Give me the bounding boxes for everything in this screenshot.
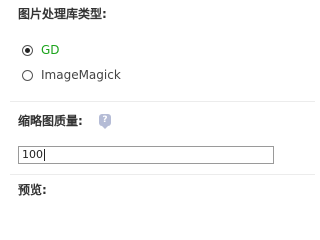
radio-button-imagemagick[interactable]: [22, 69, 33, 81]
radio-option-gd[interactable]: GD: [22, 42, 60, 58]
text-caret: [44, 149, 45, 161]
image-library-title: 图片处理库类型:: [18, 7, 107, 21]
thumbnail-quality-value[interactable]: 100: [22, 147, 43, 163]
section-divider: [10, 174, 315, 175]
preview-title: 预览:: [18, 183, 47, 197]
thumbnail-quality-input[interactable]: 100: [18, 146, 274, 164]
help-icon[interactable]: ?: [99, 114, 111, 129]
radio-option-imagemagick[interactable]: ImageMagick: [22, 67, 121, 83]
thumbnail-quality-title: 缩略图质量:: [18, 114, 83, 128]
radio-label-imagemagick[interactable]: ImageMagick: [41, 67, 121, 83]
section-divider: [10, 101, 315, 102]
radio-label-gd[interactable]: GD: [41, 42, 60, 58]
radio-button-gd[interactable]: [22, 44, 33, 56]
